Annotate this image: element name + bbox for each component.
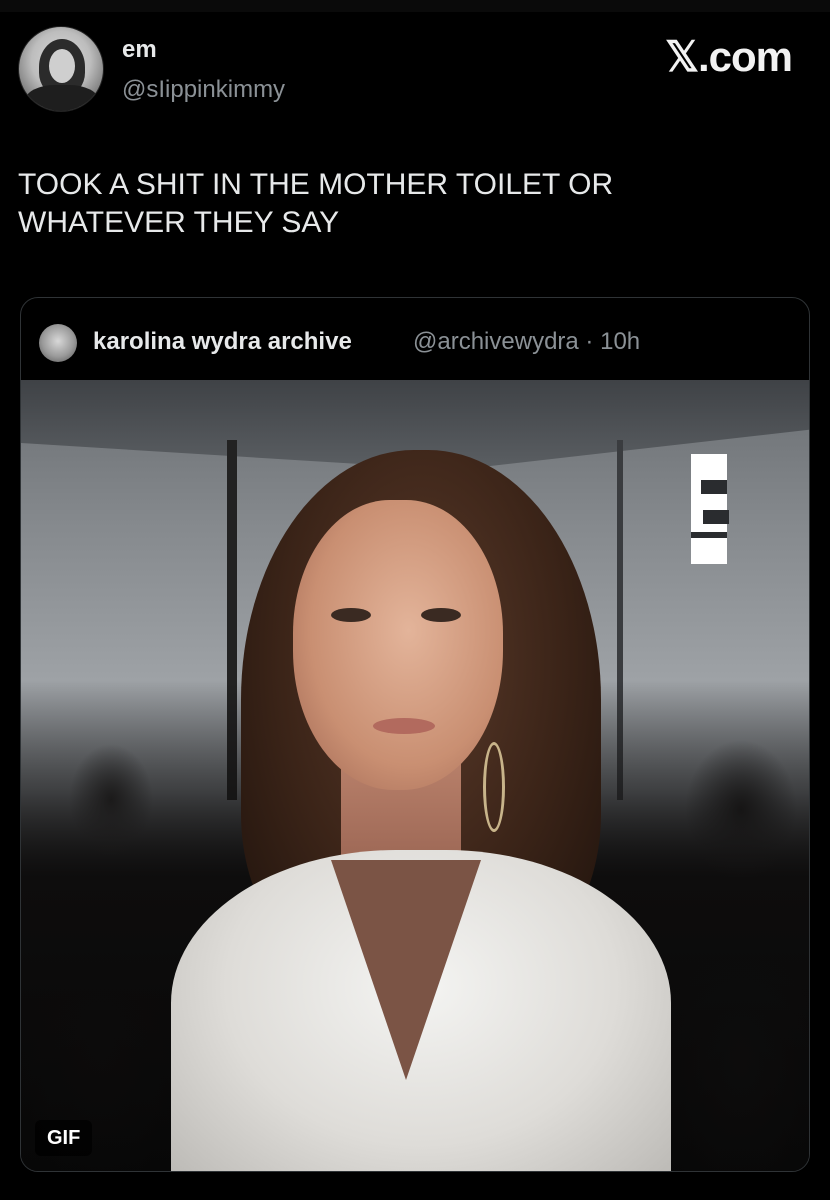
avatar-face-shape bbox=[49, 49, 75, 83]
subject-right-eye bbox=[421, 608, 461, 622]
subject-earring-shape bbox=[483, 742, 505, 832]
top-edge-strip bbox=[0, 0, 830, 12]
quoted-author-handle[interactable]: @archivewydra bbox=[413, 328, 579, 355]
quoted-tweet-card[interactable]: karolina wydra archive @archivewydra · 1… bbox=[20, 297, 810, 1172]
avatar-body-shape bbox=[25, 85, 99, 111]
quoted-gif-media[interactable]: GIF bbox=[21, 380, 809, 1171]
quoted-tweet-meta: @archivewydra · 10h bbox=[413, 328, 640, 356]
tweet-text-line-2: WHATEVER THEY SAY bbox=[18, 206, 340, 239]
tweet-text-line-1: TOOK A SHIT IN THE MOTHER TOILET OR bbox=[18, 168, 614, 201]
e-news-logo-icon bbox=[691, 454, 729, 564]
quoted-tweet-time[interactable]: 10h bbox=[600, 328, 640, 355]
subject-face-shape bbox=[293, 500, 503, 790]
author-display-name[interactable]: em bbox=[122, 36, 157, 64]
e-logo-cut-middle bbox=[703, 510, 729, 524]
quoted-author-name[interactable]: karolina wydra archive bbox=[93, 328, 352, 356]
quoted-author-avatar[interactable] bbox=[39, 324, 77, 362]
subject-mouth bbox=[373, 718, 435, 734]
e-logo-gap bbox=[691, 532, 727, 538]
gif-badge[interactable]: GIF bbox=[35, 1120, 93, 1156]
quoted-tweet-header: karolina wydra archive @archivewydra · 1… bbox=[39, 322, 799, 362]
author-handle[interactable]: @sIippinkimmy bbox=[122, 76, 285, 104]
x-com-logo: 𝕏.com bbox=[665, 33, 793, 80]
e-logo-cut-top bbox=[701, 480, 727, 494]
tweet-body: TOOK A SHIT IN THE MOTHER TOILET OR WHAT… bbox=[18, 166, 798, 242]
meta-separator: · bbox=[585, 328, 594, 355]
subject-left-eye bbox=[331, 608, 371, 622]
author-avatar[interactable] bbox=[18, 26, 104, 112]
tweet-header: em @sIippinkimmy 𝕏.com bbox=[18, 26, 812, 116]
